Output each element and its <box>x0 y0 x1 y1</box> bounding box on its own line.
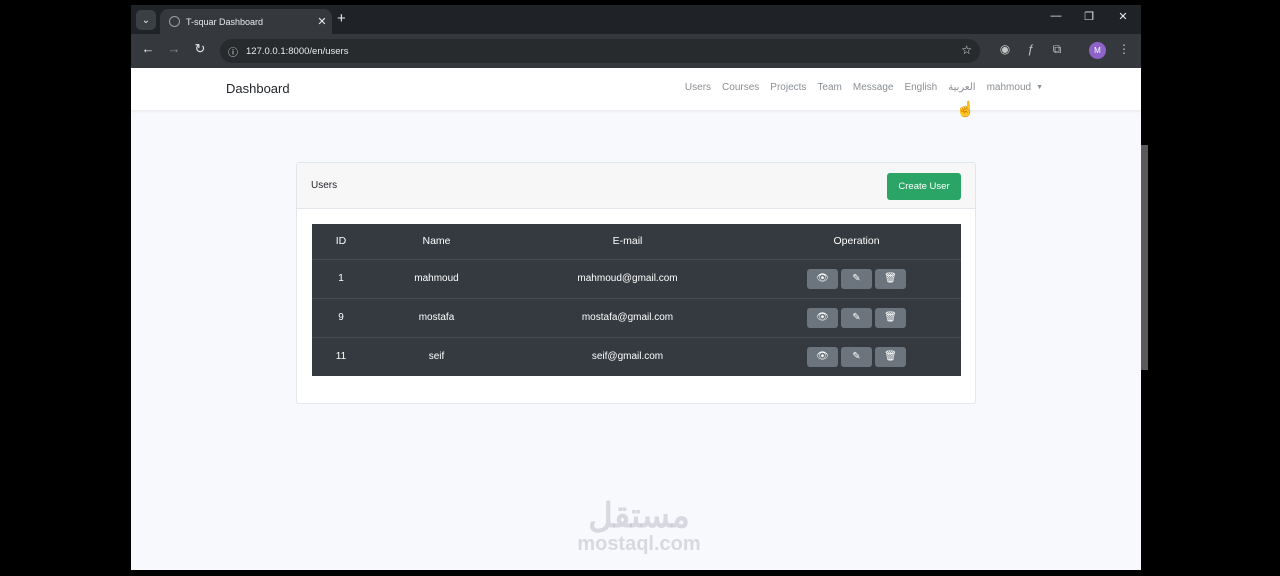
tab-strip: ⌄ T-squar Dashboard ✕ + — ❐ ✕ <box>131 5 1141 34</box>
cell-operation: 👁 ✎ 🗑 <box>752 337 961 376</box>
eye-icon: 👁 <box>816 312 829 323</box>
cell-operation: 👁 ✎ 🗑 <box>752 298 961 338</box>
create-user-button[interactable]: Create User <box>887 173 961 200</box>
delete-button[interactable]: 🗑 <box>875 346 906 367</box>
camera-extension-icon[interactable]: ◉ <box>996 42 1014 56</box>
edit-button[interactable]: ✎ <box>841 268 872 289</box>
column-header-name: Name <box>370 224 503 260</box>
fx-extension-icon[interactable]: ƒ <box>1022 42 1040 56</box>
browser-window: ⌄ T-squar Dashboard ✕ + — ❐ ✕ ← → ↻ ⓘ 12… <box>131 5 1141 570</box>
page-content: Dashboard Users Courses Projects Team Me… <box>131 68 1141 570</box>
back-arrow-icon[interactable]: ← <box>138 41 158 56</box>
caret-down-icon: ▼ <box>1036 84 1043 91</box>
minimize-button[interactable]: — <box>1041 10 1071 22</box>
kebab-menu-icon[interactable]: ⋮ <box>1115 42 1133 56</box>
forward-arrow-icon[interactable]: → <box>164 41 184 56</box>
url-text: 127.0.0.1:8000/en/users <box>246 45 349 57</box>
nav-link-projects[interactable]: Projects <box>770 82 806 93</box>
trash-icon: 🗑 <box>884 312 897 323</box>
reload-icon[interactable]: ↻ <box>190 41 210 57</box>
watermark-latin: mostaql.com <box>577 533 701 555</box>
table-row: 11 seif seif@gmail.com 👁 ✎ 🗑 <box>312 337 961 376</box>
table-header-row: ID Name E-mail Operation <box>312 224 961 260</box>
cell-email: mahmoud@gmail.com <box>503 259 752 299</box>
user-dropdown[interactable]: mahmoud ▼ <box>987 82 1043 93</box>
puzzle-extensions-icon[interactable]: ⧉ <box>1048 42 1066 57</box>
trash-icon: 🗑 <box>884 273 897 284</box>
new-tab-button[interactable]: + <box>337 10 346 27</box>
close-tab-icon[interactable]: ✕ <box>312 15 332 28</box>
nav-link-arabic[interactable]: العربية <box>948 82 975 93</box>
tab-title: T-squar Dashboard <box>186 16 264 27</box>
edit-icon: ✎ <box>852 273 861 284</box>
user-name: mahmoud <box>986 82 1032 93</box>
site-info-icon[interactable]: ⓘ <box>228 44 238 59</box>
bookmark-star-icon[interactable]: ☆ <box>961 43 972 57</box>
view-button[interactable]: 👁 <box>807 307 838 328</box>
cell-id: 9 <box>312 298 370 338</box>
cell-operation: 👁 ✎ 🗑 <box>752 259 961 299</box>
trash-icon: 🗑 <box>884 351 897 363</box>
nav-links: Users Courses Projects Team Message Engl… <box>685 82 1043 93</box>
nav-link-courses[interactable]: Courses <box>722 82 759 93</box>
edit-icon: ✎ <box>852 312 861 323</box>
edit-icon: ✎ <box>852 351 861 363</box>
brand-link[interactable]: Dashboard <box>226 81 290 96</box>
top-navbar: Dashboard Users Courses Projects Team Me… <box>131 68 1141 118</box>
users-card: Users Create User ID Name E-mail Operati… <box>296 162 976 404</box>
background-window-edge <box>1141 145 1148 370</box>
edit-button[interactable]: ✎ <box>841 346 872 367</box>
column-header-id: ID <box>312 224 370 260</box>
nav-link-message[interactable]: Message <box>853 82 894 93</box>
tab-search-button[interactable]: ⌄ <box>136 10 156 30</box>
cell-name: mostafa <box>370 298 503 338</box>
cell-email: seif@gmail.com <box>591 351 664 363</box>
mouse-pointer-icon: ☝ <box>956 101 975 118</box>
cell-email: mostafa@gmail.com <box>503 298 752 338</box>
close-window-button[interactable]: ✕ <box>1108 10 1138 23</box>
table-row: 1 mahmoud mahmoud@gmail.com 👁 ✎ 🗑 <box>312 259 961 299</box>
cell-id: 11 <box>335 351 347 363</box>
card-header: Users Create User <box>297 163 975 209</box>
view-button[interactable]: 👁 <box>807 268 838 289</box>
watermark-logo: مستقل mostaql.com <box>564 498 714 554</box>
nav-link-users[interactable]: Users <box>685 82 711 93</box>
delete-button[interactable]: 🗑 <box>875 307 906 328</box>
eye-icon: 👁 <box>816 273 829 284</box>
cell-name: seif <box>428 351 445 363</box>
card-title: Users <box>311 180 338 191</box>
users-table: ID Name E-mail Operation 1 mahmoud mahmo… <box>312 224 961 376</box>
cell-name: mahmoud <box>370 259 503 299</box>
delete-button[interactable]: 🗑 <box>875 268 906 289</box>
profile-avatar[interactable]: M <box>1089 42 1106 59</box>
browser-toolbar: ← → ↻ ⓘ 127.0.0.1:8000/en/users ☆ ◉ ƒ ⧉ … <box>131 34 1141 68</box>
browser-tab[interactable]: T-squar Dashboard ✕ <box>160 9 332 34</box>
restore-button[interactable]: ❐ <box>1074 10 1104 23</box>
watermark-arabic: مستقل <box>588 497 690 535</box>
nav-link-team[interactable]: Team <box>817 82 841 93</box>
column-header-operation: Operation <box>752 224 961 260</box>
table-row: 9 mostafa mostafa@gmail.com 👁 ✎ 🗑 <box>312 298 961 338</box>
cell-id: 1 <box>312 259 370 299</box>
address-bar[interactable]: ⓘ 127.0.0.1:8000/en/users ☆ <box>220 39 980 63</box>
column-header-email: E-mail <box>503 224 752 260</box>
nav-link-english[interactable]: English <box>904 82 937 93</box>
eye-icon: 👁 <box>816 351 829 363</box>
edit-button[interactable]: ✎ <box>841 307 872 328</box>
globe-icon <box>169 16 180 27</box>
view-button[interactable]: 👁 <box>807 346 838 367</box>
